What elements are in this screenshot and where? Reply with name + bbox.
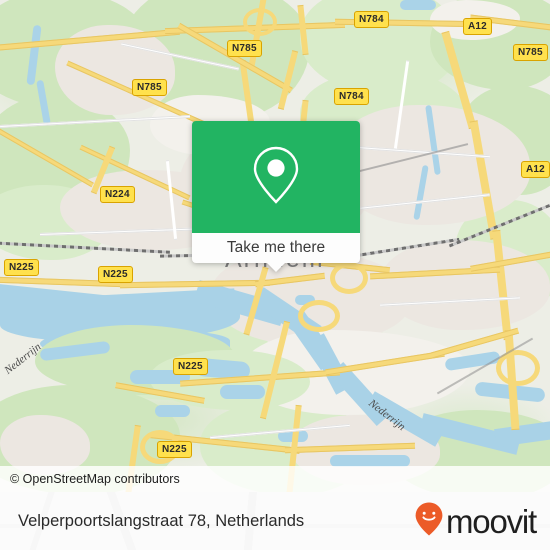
location-callout-card[interactable]: Take me there	[192, 121, 360, 272]
callout-pointer	[267, 263, 285, 272]
water-body	[220, 385, 265, 399]
road-shield-n784-top: N784	[354, 11, 389, 28]
map-attribution-bar: © OpenStreetMap contributors	[0, 466, 550, 492]
map-screenshot: Arnhem Nederrijn Nederrijn N784 A12 N785…	[0, 0, 550, 550]
water-body	[400, 0, 436, 10]
road-shield-a12-right: A12	[521, 161, 550, 178]
page-footer: Velperpoortslangstraat 78, Netherlands m…	[0, 492, 550, 550]
address-label: Velperpoortslangstraat 78, Netherlands	[18, 511, 305, 530]
road-shield-n225-mid: N225	[173, 358, 208, 375]
road-shield-n224: N224	[100, 186, 135, 203]
road-roundabout	[298, 300, 340, 332]
road-shield-n784-mid: N784	[334, 88, 369, 105]
take-me-there-button[interactable]: Take me there	[192, 233, 360, 263]
map-pin-icon	[250, 143, 302, 212]
road-shield-n785-left: N785	[132, 79, 167, 96]
road-shield-n225-left: N225	[98, 266, 133, 283]
moovit-smiley-pin-icon	[414, 501, 444, 542]
road-shield-n225-bottom: N225	[157, 441, 192, 458]
callout-image-panel	[192, 121, 360, 233]
take-me-there-label: Take me there	[226, 239, 326, 256]
road-shield-n225-far-left: N225	[4, 259, 39, 276]
road-shield-n785-top: N785	[227, 40, 262, 57]
water-body	[155, 405, 190, 417]
osm-attribution-text: © OpenStreetMap contributors	[10, 472, 180, 486]
moovit-wordmark: moovit	[446, 502, 537, 540]
moovit-brand[interactable]: moovit	[414, 501, 537, 542]
road-shield-a12-top: A12	[463, 18, 492, 35]
road-shield-n785-right: N785	[513, 44, 548, 61]
road-junction	[243, 8, 277, 36]
landcover-built-up	[380, 240, 550, 330]
road-roundabout	[330, 262, 368, 294]
map-canvas[interactable]: Arnhem Nederrijn Nederrijn N784 A12 N785…	[0, 0, 550, 492]
